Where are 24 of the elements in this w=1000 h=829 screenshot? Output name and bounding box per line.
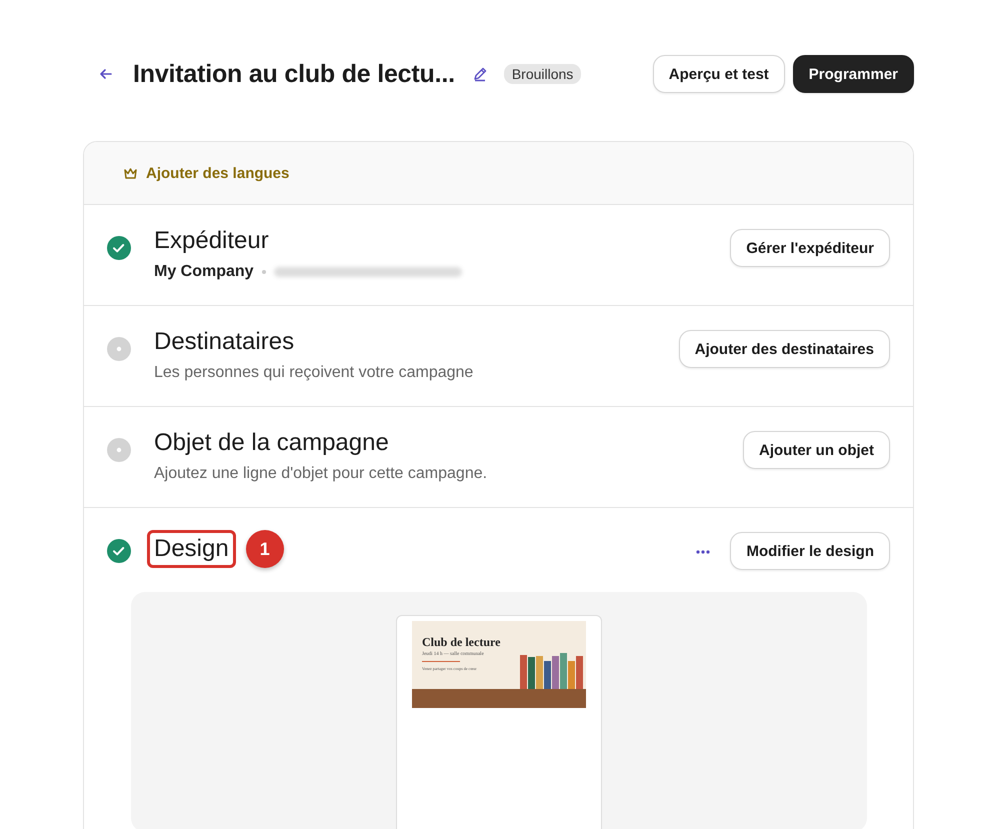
step-title: Design xyxy=(147,530,236,568)
email-heading: Club de lecture xyxy=(422,635,500,650)
crown-icon xyxy=(123,166,138,180)
step-action-button[interactable]: Gérer l'expéditeur xyxy=(730,229,890,267)
add-languages-link[interactable]: Ajouter des langues xyxy=(146,164,290,182)
step-description: Ajoutez une ligne d'objet pour cette campagne. xyxy=(154,465,488,483)
step-description: Les personnes qui reçoivent votre campagne xyxy=(154,364,474,382)
status-badge: Brouillons xyxy=(504,64,582,84)
step-title: Destinataires xyxy=(154,328,294,356)
step-action-button[interactable]: Ajouter un objet xyxy=(743,431,890,469)
step-action-button[interactable]: Modifier le design xyxy=(730,532,890,570)
preview-button[interactable]: Aperçu et test xyxy=(652,55,785,93)
campaign-title: Invitation au club de lectu... xyxy=(133,60,455,88)
separator-dot xyxy=(262,270,266,274)
more-icon[interactable] xyxy=(696,550,710,554)
schedule-button[interactable]: Programmer xyxy=(792,55,914,93)
callout-number: 1 xyxy=(246,530,284,568)
step-action-button[interactable]: Ajouter des destinataires xyxy=(678,330,890,368)
step-title: Objet de la campagne xyxy=(154,429,389,457)
books-drawing xyxy=(520,652,584,689)
sender-name: My Company xyxy=(154,263,254,281)
pencil-icon[interactable] xyxy=(472,66,488,82)
step-title: Expéditeur xyxy=(154,227,269,255)
back-arrow-icon[interactable] xyxy=(99,67,113,81)
